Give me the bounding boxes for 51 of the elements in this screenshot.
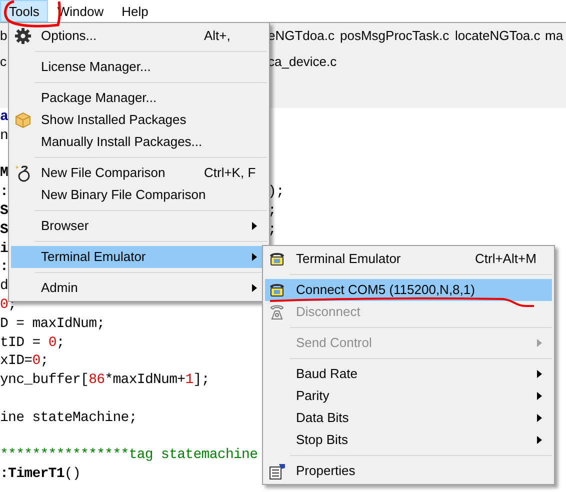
menu-item[interactable]: License Manager... [11, 56, 267, 78]
menu-bar-item[interactable]: Help [112, 0, 158, 22]
code-line: ****************tag statemachine [0, 447, 258, 464]
code-line: : [0, 259, 8, 276]
code-line: ync_buffer[86*maxIdNum+1]; [0, 372, 210, 388]
code-line: D = maxIdNum; [0, 316, 105, 332]
code-line: xID=0; [0, 353, 48, 370]
file-tab[interactable]: locateNGToa.c [455, 26, 540, 46]
telephone-icon [268, 250, 286, 268]
code-line: tID = 0; [0, 334, 64, 351]
file-tab[interactable]: b [0, 26, 8, 46]
menu-item[interactable]: New Binary File Comparison [11, 184, 267, 206]
code-line: : [0, 184, 8, 200]
menu-bar-item[interactable]: Tools [0, 0, 48, 22]
code-line: d [0, 278, 8, 294]
menu-item[interactable]: Browser [11, 215, 267, 237]
telephone-icon [268, 303, 286, 321]
document-icon [268, 462, 286, 480]
delta-icon [14, 164, 32, 182]
menu-item[interactable]: Terminal Emulator Ctrl+Alt+M [265, 248, 552, 270]
code-line: i [0, 240, 8, 257]
code-line: S [0, 222, 8, 238]
file-tab[interactable]: posMsgProcTask.c [340, 26, 450, 46]
menu-item[interactable]: New File Comparison Ctrl+K, F [11, 162, 267, 184]
code-line: ; [268, 222, 276, 238]
menu-item[interactable]: Package Manager... [11, 87, 267, 109]
code-line: a [0, 109, 8, 125]
code-line: M [0, 165, 8, 182]
code-line: ); [268, 184, 284, 200]
gear-icon [14, 27, 32, 45]
menu-item[interactable]: Admin [11, 277, 267, 299]
code-line: S [0, 202, 8, 219]
file-tab[interactable]: eNGTdoa.c [268, 26, 334, 46]
file-tab[interactable]: ma [545, 26, 564, 46]
code-line: n [0, 128, 8, 144]
file-tab[interactable]: ca_device.c [268, 52, 337, 72]
telephone-icon [268, 281, 286, 299]
menu-item[interactable]: Stop Bits [265, 429, 552, 451]
menu-item[interactable]: Parity [265, 385, 552, 407]
menu-item[interactable]: Connect COM5 (115200,N,8,1) [265, 279, 552, 301]
code-line: ; [268, 202, 276, 219]
menu-item[interactable]: Data Bits [265, 407, 552, 429]
code-line: :TimerT1() [0, 466, 81, 482]
menu-item[interactable]: Show Installed Packages [11, 109, 267, 131]
menu-item[interactable]: Properties [265, 460, 552, 482]
file-tab[interactable]: c [0, 52, 6, 72]
menu-item[interactable]: Manually Install Packages... [11, 131, 267, 153]
code-line: ine stateMachine; [0, 410, 137, 426]
package-icon [14, 111, 32, 129]
menu-item[interactable]: Options... Alt+, [11, 25, 267, 47]
menu-item[interactable]: Baud Rate [265, 363, 552, 385]
